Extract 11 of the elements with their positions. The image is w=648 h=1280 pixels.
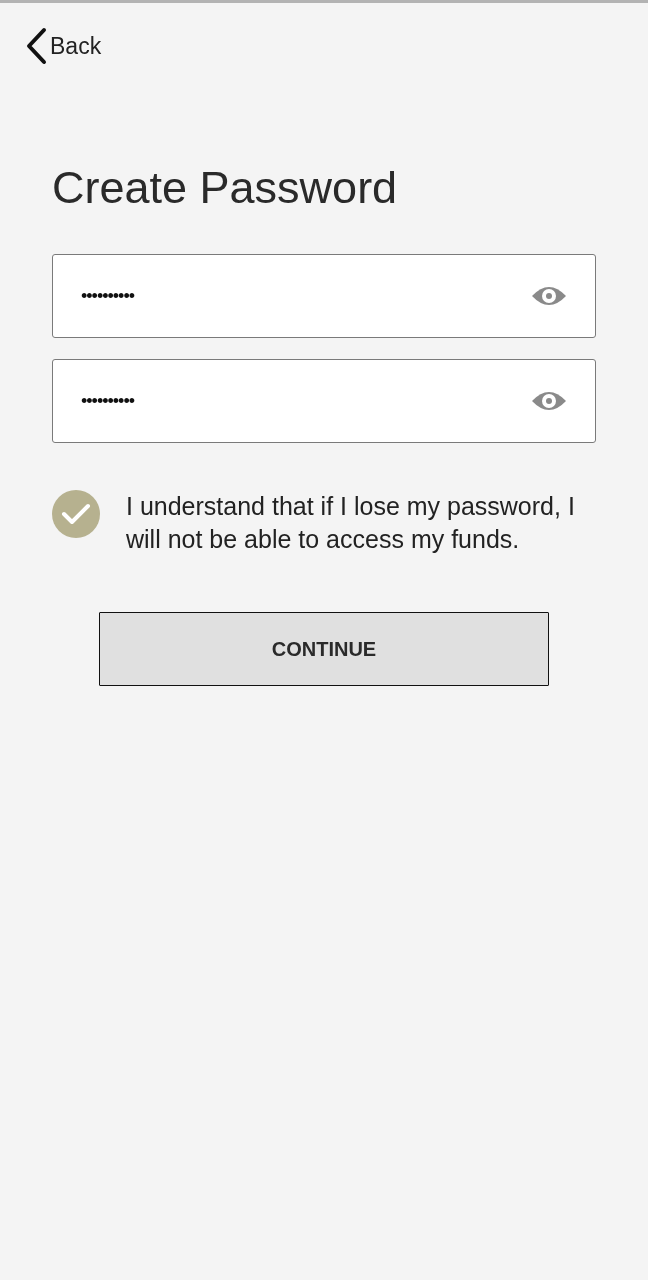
eye-icon[interactable] bbox=[531, 284, 567, 308]
password-field[interactable]: •••••••••• bbox=[52, 254, 596, 338]
agreement-text: I understand that if I lose my password, I will not be able to access my funds. bbox=[126, 491, 576, 555]
chevron-left-icon bbox=[24, 27, 48, 65]
page-title: Create Password bbox=[52, 165, 399, 210]
password-field[interactable]: •••••••••• bbox=[52, 359, 596, 443]
agreement-checkbox[interactable] bbox=[52, 490, 100, 538]
back-button[interactable]: Back bbox=[24, 27, 102, 65]
eye-icon[interactable] bbox=[531, 389, 567, 413]
continue-button[interactable]: CONTINUE bbox=[99, 612, 549, 686]
checkmark-icon bbox=[61, 502, 91, 526]
